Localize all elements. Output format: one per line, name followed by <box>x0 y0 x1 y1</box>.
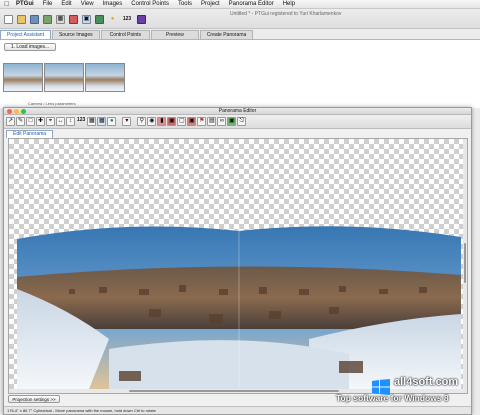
menu-file[interactable]: File <box>43 0 53 8</box>
minimize-window-button[interactable] <box>14 109 19 114</box>
tab-control-points[interactable]: Control Points <box>100 30 151 39</box>
new-project-icon[interactable] <box>4 15 13 24</box>
zoom-window-button[interactable] <box>21 109 26 114</box>
green-tool-icon[interactable]: ▣ <box>227 117 237 126</box>
mask-outline-icon[interactable]: ▢ <box>177 117 187 126</box>
globe-icon[interactable]: ● <box>107 117 117 126</box>
projection-settings-button[interactable]: Projection settings >> <box>8 395 60 403</box>
tab-create-panorama[interactable]: Create Panorama <box>199 30 254 39</box>
layers-icon[interactable]: ▤ <box>207 117 217 126</box>
watermark: all4soft.com Top software for Windows 8 <box>336 376 472 406</box>
mask-red-icon[interactable]: ▣ <box>167 117 177 126</box>
apple-icon[interactable]:  <box>4 1 10 8</box>
eye-icon[interactable]: ◉ <box>147 117 157 126</box>
tab-source-images[interactable]: Source Images <box>51 30 100 39</box>
source-thumbnail[interactable] <box>85 63 125 92</box>
lightbulb-icon[interactable]: ● <box>108 15 117 24</box>
edit-tool-icon[interactable]: ✎ <box>16 117 25 126</box>
center-point-icon[interactable]: ⌖ <box>46 117 55 126</box>
pointer-tool-icon[interactable]: ↗ <box>6 117 15 126</box>
menu-app[interactable]: PTGui <box>16 0 34 8</box>
project-assistant-panel: 1. Load images... <box>0 39 480 108</box>
open-project-icon[interactable] <box>17 15 26 24</box>
menu-control-points[interactable]: Control Points <box>131 0 169 8</box>
fit-panorama-icon[interactable]: ↔ <box>56 117 65 126</box>
tab-project-assistant[interactable]: Project Assistant <box>0 30 51 39</box>
source-thumbnail[interactable] <box>3 63 43 92</box>
create-panorama-icon[interactable] <box>137 15 146 24</box>
watermark-site: all4soft.com <box>394 376 459 388</box>
link-icon[interactable]: ∞ <box>217 117 227 126</box>
add-images-icon[interactable] <box>43 15 52 24</box>
numbering-icon[interactable]: 123 <box>121 15 133 24</box>
editor-tabs: Edit Panorama <box>6 130 54 138</box>
menu-edit[interactable]: Edit <box>61 0 71 8</box>
control-points-icon[interactable] <box>69 15 78 24</box>
editor-toolbar: ↗ ✎ □ ✚ ⌖ ↔ ↕ 123 ▦ ▦ ● ▾ ⚲ ◉ ▮ ▣ ▢ ▣ ⚑ … <box>4 115 471 129</box>
menu-tools[interactable]: Tools <box>178 0 192 8</box>
fit-vertical-icon[interactable]: ↕ <box>66 117 75 126</box>
panorama-canvas[interactable] <box>8 138 468 394</box>
tab-preview[interactable]: Preview <box>151 30 199 39</box>
vertical-scrollbar[interactable] <box>463 139 467 393</box>
save-icon[interactable] <box>30 15 39 24</box>
load-images-button[interactable]: 1. Load images... <box>4 43 56 51</box>
main-window: Untitled * - PTGui registered to Yuri Kh… <box>0 9 480 108</box>
window-title: Untitled * - PTGui registered to Yuri Kh… <box>230 11 342 17</box>
flag-icon[interactable]: ⚑ <box>197 117 207 126</box>
menu-panorama-editor[interactable]: Panorama Editor <box>229 0 274 8</box>
main-toolbar: Untitled * - PTGui registered to Yuri Kh… <box>0 9 480 29</box>
panorama-image[interactable] <box>9 139 468 394</box>
menu-help[interactable]: Help <box>283 0 295 8</box>
panorama-editor-window: Panorama Editor ↗ ✎ □ ✚ ⌖ ↔ ↕ 123 ▦ ▦ ● … <box>3 107 472 415</box>
dropdown-icon[interactable]: ▾ <box>122 117 132 126</box>
editor-title-bar: Panorama Editor <box>4 108 471 115</box>
source-thumbnail[interactable] <box>44 63 84 92</box>
status-bar: 176.4° x 80.7° Cylindrical - Move panora… <box>4 406 471 414</box>
menu-view[interactable]: View <box>81 0 94 8</box>
grid-icon[interactable]: ▦ <box>87 117 97 126</box>
screen:  PTGui File Edit View Images Control Po… <box>0 0 480 415</box>
camera-lens-label: Camera / Lens parameters <box>28 101 76 106</box>
menubar:  PTGui File Edit View Images Control Po… <box>0 0 480 9</box>
image-numbers-icon[interactable]: 123 <box>76 117 86 126</box>
crop-tool-icon[interactable]: □ <box>26 117 35 126</box>
watermark-tagline: Top software for Windows 8 <box>336 393 449 403</box>
optimizer-icon[interactable]: ▣ <box>82 15 91 24</box>
menu-project[interactable]: Project <box>201 0 220 8</box>
editor-title: Panorama Editor <box>218 108 257 114</box>
histogram-icon[interactable]: ▮ <box>157 117 167 126</box>
main-tabs: Project Assistant Source Images Control … <box>0 30 254 39</box>
zoom-icon[interactable]: ⚲ <box>137 117 147 126</box>
mask-erase-icon[interactable]: ▣ <box>187 117 197 126</box>
export-icon[interactable]: ⎋ <box>237 117 247 126</box>
blend-icon[interactable]: ▦ <box>97 117 107 126</box>
tab-edit-panorama[interactable]: Edit Panorama <box>6 130 54 138</box>
menu-images[interactable]: Images <box>103 0 123 8</box>
align-images-icon[interactable]: ▦ <box>56 15 65 24</box>
move-tool-icon[interactable]: ✚ <box>36 117 45 126</box>
close-window-button[interactable] <box>7 109 12 114</box>
mask-icon[interactable] <box>95 15 104 24</box>
